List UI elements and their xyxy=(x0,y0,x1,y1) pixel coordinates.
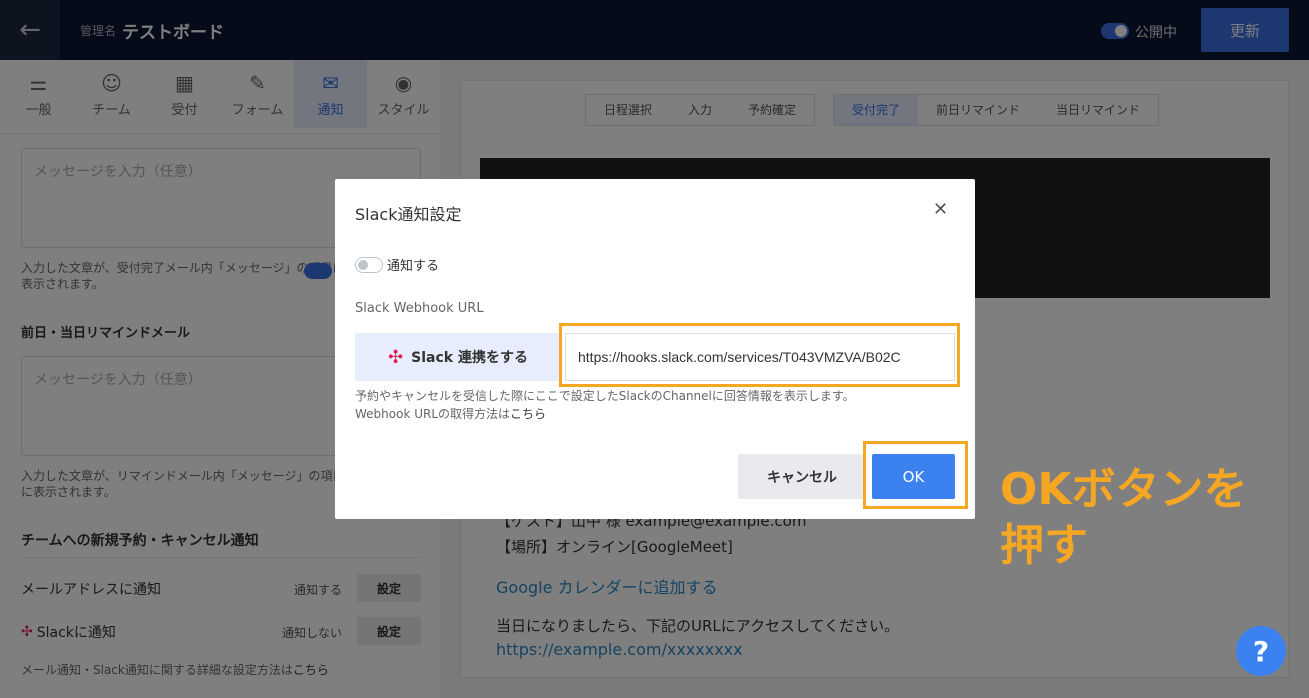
callout-text: OKボタンを 押す xyxy=(1000,464,1248,571)
close-icon[interactable]: ✕ xyxy=(933,199,948,220)
webhook-help-link[interactable]: こちら xyxy=(510,407,546,421)
url-highlight-frame xyxy=(559,323,960,387)
webhook-help-note: 予約やキャンセルを受信した際にここで設定したSlackのChannelに回答情報… xyxy=(355,389,855,421)
help-button[interactable]: ? xyxy=(1236,626,1286,676)
notify-toggle[interactable] xyxy=(355,257,383,273)
cancel-button[interactable]: キャンセル xyxy=(738,454,866,499)
ok-highlight-frame xyxy=(863,441,968,509)
notify-label: 通知する xyxy=(387,259,440,274)
slack-connect-button[interactable]: ✣ Slack 連携をする xyxy=(355,333,561,381)
slack-icon: ✣ xyxy=(388,346,404,368)
webhook-url-label: Slack Webhook URL xyxy=(355,301,484,316)
dialog-title: Slack通知設定 xyxy=(355,205,462,224)
